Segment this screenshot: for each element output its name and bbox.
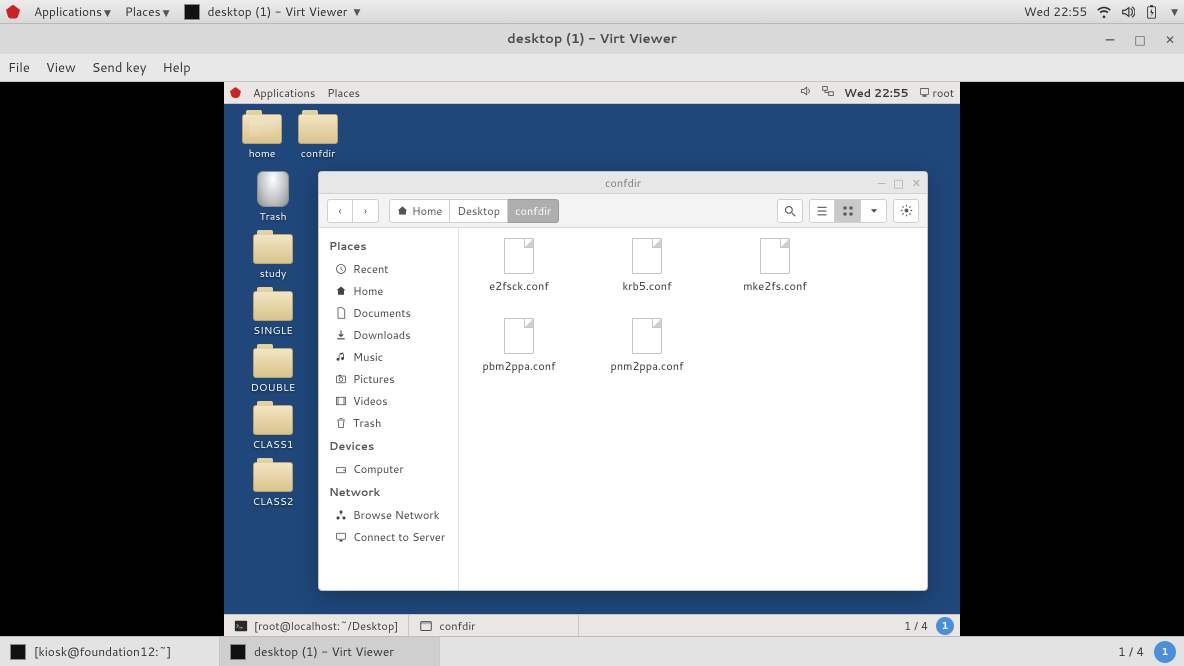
host-applications-menu[interactable]: Applications▼ bbox=[34, 3, 111, 20]
file-manager-title: confdir bbox=[605, 175, 641, 191]
host-top-panel: Applications▼ Places▼ desktop (1) - Virt… bbox=[0, 0, 1184, 24]
guest-volume-icon[interactable] bbox=[800, 85, 812, 101]
sidebar-computer[interactable]: Computer bbox=[319, 458, 458, 480]
sidebar-header-places: Places bbox=[319, 234, 458, 258]
window-icon bbox=[230, 644, 246, 660]
maximize-button[interactable]: □ bbox=[1132, 31, 1148, 48]
nav-forward-button[interactable]: › bbox=[353, 199, 379, 223]
sidebar-header-devices: Devices bbox=[319, 434, 458, 458]
menu-view[interactable]: View bbox=[46, 59, 76, 77]
path-home[interactable]: Home bbox=[389, 199, 450, 223]
view-list-button[interactable] bbox=[809, 199, 835, 223]
desktop-icon-trash[interactable]: Trash bbox=[242, 171, 304, 224]
sidebar-music[interactable]: Music bbox=[319, 346, 458, 368]
guest-desktop[interactable]: Applications Places Wed 22:55 root home … bbox=[224, 82, 960, 636]
file-pbm2ppa[interactable]: pbm2ppa.conf bbox=[479, 318, 559, 374]
file-icon bbox=[760, 238, 790, 274]
vm-display-area: Applications Places Wed 22:55 root home … bbox=[0, 82, 1184, 636]
sidebar-recent[interactable]: Recent bbox=[319, 258, 458, 280]
sidebar-pictures[interactable]: Pictures bbox=[319, 368, 458, 390]
guest-distro-logo-icon bbox=[230, 87, 241, 98]
minimize-button[interactable]: — bbox=[1102, 31, 1118, 48]
path-desktop[interactable]: Desktop bbox=[450, 199, 508, 223]
guest-task-nautilus[interactable]: confdir bbox=[409, 615, 579, 636]
sidebar-home[interactable]: Home bbox=[319, 280, 458, 302]
file-icon bbox=[632, 318, 662, 354]
virt-viewer-menubar: File View Send key Help bbox=[0, 54, 1184, 82]
menu-sendkey[interactable]: Send key bbox=[92, 59, 147, 77]
guest-workspace-label: 1 / 4 bbox=[904, 618, 928, 634]
wifi-icon[interactable] bbox=[1097, 5, 1111, 19]
file-manager-sidebar: Places Recent Home Documents Downloads M… bbox=[319, 228, 459, 590]
nav-back-button[interactable]: ‹ bbox=[327, 199, 353, 223]
desktop-icon-class1[interactable]: CLASS1 bbox=[242, 405, 304, 452]
file-pnm2ppa[interactable]: pnm2ppa.conf bbox=[607, 318, 687, 374]
desktop-icon-class2[interactable]: CLASS2 bbox=[242, 462, 304, 509]
host-bottom-panel: [kiosk@foundation12:~] desktop (1) - Vir… bbox=[0, 636, 1184, 666]
fm-maximize-button[interactable]: □ bbox=[893, 175, 903, 191]
sidebar-header-network: Network bbox=[319, 480, 458, 504]
guest-task-terminal[interactable]: [root@localhost:~/Desktop] bbox=[224, 615, 409, 636]
host-workspace-label: 1 / 4 bbox=[1118, 643, 1144, 660]
virt-viewer-titlebar[interactable]: desktop (1) - Virt Viewer — □ ✕ bbox=[0, 24, 1184, 54]
sidebar-videos[interactable]: Videos bbox=[319, 390, 458, 412]
file-manager-window[interactable]: confdir — □ ✕ ‹ › Home Desktop confdir bbox=[318, 171, 928, 591]
volume-icon[interactable] bbox=[1121, 5, 1135, 19]
sidebar-documents[interactable]: Documents bbox=[319, 302, 458, 324]
guest-top-panel: Applications Places Wed 22:55 root bbox=[224, 82, 960, 104]
path-bar: Home Desktop confdir bbox=[389, 199, 559, 223]
window-icon bbox=[184, 4, 200, 20]
desktop-icon-home[interactable]: home bbox=[242, 114, 282, 161]
file-manager-titlebar[interactable]: confdir — □ ✕ bbox=[319, 172, 927, 194]
file-icon bbox=[504, 318, 534, 354]
view-grid-button[interactable] bbox=[835, 199, 861, 223]
close-button[interactable]: ✕ bbox=[1162, 31, 1178, 48]
guest-network-icon[interactable] bbox=[822, 85, 834, 101]
guest-bottom-panel: [root@localhost:~/Desktop] confdir 1 / 4… bbox=[224, 614, 960, 636]
host-clock[interactable]: Wed 22:55 bbox=[1024, 3, 1087, 20]
file-manager-content[interactable]: e2fsck.conf krb5.conf mke2fs.conf pbm2pp… bbox=[459, 228, 927, 590]
host-task-terminal[interactable]: [kiosk@foundation12:~] bbox=[0, 637, 220, 666]
host-task-virt-viewer[interactable]: desktop (1) - Virt Viewer bbox=[220, 637, 440, 666]
file-e2fsck[interactable]: e2fsck.conf bbox=[479, 238, 559, 294]
file-krb5[interactable]: krb5.conf bbox=[607, 238, 687, 294]
fm-close-button[interactable]: ✕ bbox=[912, 175, 921, 191]
view-dropdown-button[interactable] bbox=[861, 199, 887, 223]
file-icon bbox=[504, 238, 534, 274]
settings-button[interactable] bbox=[893, 199, 919, 223]
menu-help[interactable]: Help bbox=[162, 59, 190, 77]
host-active-window-menu[interactable]: desktop (1) - Virt Viewer▼ bbox=[184, 3, 361, 20]
distro-logo-icon bbox=[6, 5, 20, 19]
desktop-icon-confdir[interactable]: confdir bbox=[298, 114, 338, 161]
file-icon bbox=[632, 238, 662, 274]
window-title: desktop (1) - Virt Viewer bbox=[507, 30, 677, 48]
guest-workspace-icon[interactable]: 1 bbox=[936, 617, 954, 635]
desktop-icon-single[interactable]: SINGLE bbox=[242, 291, 304, 338]
battery-icon[interactable] bbox=[1145, 5, 1159, 19]
desktop-icon-double[interactable]: DOUBLE bbox=[242, 348, 304, 395]
guest-user-menu[interactable]: root bbox=[919, 85, 954, 101]
sidebar-browse-network[interactable]: Browse Network bbox=[319, 504, 458, 526]
file-manager-toolbar: ‹ › Home Desktop confdir bbox=[319, 194, 927, 228]
desktop-icon-study[interactable]: study bbox=[242, 234, 304, 281]
path-confdir[interactable]: confdir bbox=[508, 199, 559, 223]
guest-applications-menu[interactable]: Applications bbox=[253, 85, 315, 101]
file-mke2fs[interactable]: mke2fs.conf bbox=[735, 238, 815, 294]
host-workspace-icon[interactable]: 1 bbox=[1154, 641, 1176, 663]
system-menu-dropdown[interactable]: ▼ bbox=[1171, 5, 1178, 18]
search-button[interactable] bbox=[777, 199, 803, 223]
terminal-icon bbox=[10, 644, 26, 660]
guest-clock[interactable]: Wed 22:55 bbox=[844, 85, 909, 101]
host-places-menu[interactable]: Places▼ bbox=[125, 3, 170, 20]
menu-file[interactable]: File bbox=[8, 59, 30, 77]
sidebar-downloads[interactable]: Downloads bbox=[319, 324, 458, 346]
guest-places-menu[interactable]: Places bbox=[327, 85, 360, 101]
fm-minimize-button[interactable]: — bbox=[878, 175, 885, 191]
sidebar-trash[interactable]: Trash bbox=[319, 412, 458, 434]
sidebar-connect-server[interactable]: Connect to Server bbox=[319, 526, 458, 548]
